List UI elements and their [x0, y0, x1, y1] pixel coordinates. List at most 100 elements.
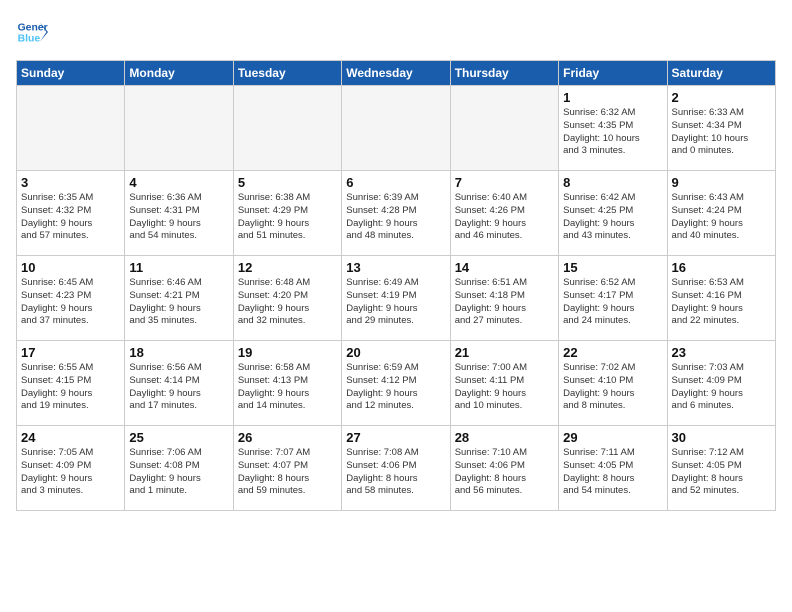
day-number: 29: [563, 430, 662, 445]
cell-info: Sunrise: 6:53 AM Sunset: 4:16 PM Dayligh…: [672, 277, 771, 328]
day-number: 6: [346, 175, 445, 190]
day-number: 1: [563, 90, 662, 105]
logo-icon: General Blue: [16, 16, 48, 48]
calendar-cell: 30 Sunrise: 7:12 AM Sunset: 4:05 PM Dayli…: [667, 426, 775, 511]
calendar-week-3: 10 Sunrise: 6:45 AM Sunset: 4:23 PM Dayli…: [17, 256, 776, 341]
calendar-cell: 25 Sunrise: 7:06 AM Sunset: 4:08 PM Dayli…: [125, 426, 233, 511]
cell-info: Sunrise: 7:12 AM Sunset: 4:05 PM Dayligh…: [672, 447, 771, 498]
svg-text:General: General: [18, 22, 48, 33]
calendar-cell: 16 Sunrise: 6:53 AM Sunset: 4:16 PM Dayli…: [667, 256, 775, 341]
calendar-cell: 26 Sunrise: 7:07 AM Sunset: 4:07 PM Dayli…: [233, 426, 341, 511]
day-number: 30: [672, 430, 771, 445]
day-number: 18: [129, 345, 228, 360]
cell-info: Sunrise: 7:11 AM Sunset: 4:05 PM Dayligh…: [563, 447, 662, 498]
calendar-cell: 29 Sunrise: 7:11 AM Sunset: 4:05 PM Dayli…: [559, 426, 667, 511]
weekday-header-sunday: Sunday: [17, 61, 125, 86]
calendar-cell: 1 Sunrise: 6:32 AM Sunset: 4:35 PM Daylig…: [559, 86, 667, 171]
page-header: General Blue: [16, 16, 776, 48]
day-number: 7: [455, 175, 554, 190]
cell-info: Sunrise: 6:33 AM Sunset: 4:34 PM Dayligh…: [672, 107, 771, 158]
calendar-cell: 9 Sunrise: 6:43 AM Sunset: 4:24 PM Daylig…: [667, 171, 775, 256]
calendar-cell: 10 Sunrise: 6:45 AM Sunset: 4:23 PM Dayli…: [17, 256, 125, 341]
calendar-week-5: 24 Sunrise: 7:05 AM Sunset: 4:09 PM Dayli…: [17, 426, 776, 511]
day-number: 23: [672, 345, 771, 360]
day-number: 17: [21, 345, 120, 360]
cell-info: Sunrise: 7:02 AM Sunset: 4:10 PM Dayligh…: [563, 362, 662, 413]
day-number: 27: [346, 430, 445, 445]
cell-info: Sunrise: 6:42 AM Sunset: 4:25 PM Dayligh…: [563, 192, 662, 243]
weekday-header-monday: Monday: [125, 61, 233, 86]
cell-info: Sunrise: 6:43 AM Sunset: 4:24 PM Dayligh…: [672, 192, 771, 243]
day-number: 9: [672, 175, 771, 190]
calendar-cell: 14 Sunrise: 6:51 AM Sunset: 4:18 PM Dayli…: [450, 256, 558, 341]
cell-info: Sunrise: 6:59 AM Sunset: 4:12 PM Dayligh…: [346, 362, 445, 413]
weekday-header-friday: Friday: [559, 61, 667, 86]
cell-info: Sunrise: 6:58 AM Sunset: 4:13 PM Dayligh…: [238, 362, 337, 413]
calendar-cell: [450, 86, 558, 171]
day-number: 14: [455, 260, 554, 275]
cell-info: Sunrise: 6:52 AM Sunset: 4:17 PM Dayligh…: [563, 277, 662, 328]
cell-info: Sunrise: 6:46 AM Sunset: 4:21 PM Dayligh…: [129, 277, 228, 328]
calendar-cell: 6 Sunrise: 6:39 AM Sunset: 4:28 PM Daylig…: [342, 171, 450, 256]
day-number: 26: [238, 430, 337, 445]
calendar-week-1: 1 Sunrise: 6:32 AM Sunset: 4:35 PM Daylig…: [17, 86, 776, 171]
day-number: 20: [346, 345, 445, 360]
calendar-cell: 27 Sunrise: 7:08 AM Sunset: 4:06 PM Dayli…: [342, 426, 450, 511]
calendar-cell: 7 Sunrise: 6:40 AM Sunset: 4:26 PM Daylig…: [450, 171, 558, 256]
cell-info: Sunrise: 6:45 AM Sunset: 4:23 PM Dayligh…: [21, 277, 120, 328]
cell-info: Sunrise: 7:05 AM Sunset: 4:09 PM Dayligh…: [21, 447, 120, 498]
calendar-cell: 20 Sunrise: 6:59 AM Sunset: 4:12 PM Dayli…: [342, 341, 450, 426]
cell-info: Sunrise: 6:35 AM Sunset: 4:32 PM Dayligh…: [21, 192, 120, 243]
day-number: 10: [21, 260, 120, 275]
calendar-cell: 8 Sunrise: 6:42 AM Sunset: 4:25 PM Daylig…: [559, 171, 667, 256]
cell-info: Sunrise: 6:40 AM Sunset: 4:26 PM Dayligh…: [455, 192, 554, 243]
calendar-cell: 22 Sunrise: 7:02 AM Sunset: 4:10 PM Dayli…: [559, 341, 667, 426]
cell-info: Sunrise: 6:32 AM Sunset: 4:35 PM Dayligh…: [563, 107, 662, 158]
calendar-cell: 5Sunrise: 6:38 AM Sunset: 4:29 PM Daylig…: [233, 171, 341, 256]
cell-info: Sunrise: 7:03 AM Sunset: 4:09 PM Dayligh…: [672, 362, 771, 413]
weekday-header-wednesday: Wednesday: [342, 61, 450, 86]
day-number: 2: [672, 90, 771, 105]
cell-info: Sunrise: 6:38 AM Sunset: 4:29 PM Dayligh…: [238, 192, 337, 243]
calendar-cell: 15 Sunrise: 6:52 AM Sunset: 4:17 PM Dayli…: [559, 256, 667, 341]
calendar-cell: 13Sunrise: 6:49 AM Sunset: 4:19 PM Dayli…: [342, 256, 450, 341]
calendar-cell: 21Sunrise: 7:00 AM Sunset: 4:11 PM Dayli…: [450, 341, 558, 426]
cell-info: Sunrise: 7:06 AM Sunset: 4:08 PM Dayligh…: [129, 447, 228, 498]
calendar-cell: 28 Sunrise: 7:10 AM Sunset: 4:06 PM Dayli…: [450, 426, 558, 511]
calendar-cell: [125, 86, 233, 171]
calendar-cell: [233, 86, 341, 171]
day-number: 25: [129, 430, 228, 445]
day-number: 21: [455, 345, 554, 360]
calendar-table: SundayMondayTuesdayWednesdayThursdayFrid…: [16, 60, 776, 511]
cell-info: Sunrise: 6:49 AM Sunset: 4:19 PM Dayligh…: [346, 277, 445, 328]
day-number: 15: [563, 260, 662, 275]
cell-info: Sunrise: 6:39 AM Sunset: 4:28 PM Dayligh…: [346, 192, 445, 243]
day-number: 3: [21, 175, 120, 190]
weekday-header-saturday: Saturday: [667, 61, 775, 86]
calendar-cell: 23 Sunrise: 7:03 AM Sunset: 4:09 PM Dayli…: [667, 341, 775, 426]
day-number: 12: [238, 260, 337, 275]
cell-info: Sunrise: 6:51 AM Sunset: 4:18 PM Dayligh…: [455, 277, 554, 328]
calendar-cell: 11Sunrise: 6:46 AM Sunset: 4:21 PM Dayli…: [125, 256, 233, 341]
day-number: 22: [563, 345, 662, 360]
calendar-cell: 2 Sunrise: 6:33 AM Sunset: 4:34 PM Daylig…: [667, 86, 775, 171]
weekday-header-thursday: Thursday: [450, 61, 558, 86]
day-number: 24: [21, 430, 120, 445]
calendar-cell: 17 Sunrise: 6:55 AM Sunset: 4:15 PM Dayli…: [17, 341, 125, 426]
cell-info: Sunrise: 7:08 AM Sunset: 4:06 PM Dayligh…: [346, 447, 445, 498]
cell-info: Sunrise: 7:07 AM Sunset: 4:07 PM Dayligh…: [238, 447, 337, 498]
weekday-header-tuesday: Tuesday: [233, 61, 341, 86]
day-number: 8: [563, 175, 662, 190]
svg-text:Blue: Blue: [18, 34, 41, 45]
calendar-week-2: 3 Sunrise: 6:35 AM Sunset: 4:32 PM Daylig…: [17, 171, 776, 256]
calendar-cell: 3 Sunrise: 6:35 AM Sunset: 4:32 PM Daylig…: [17, 171, 125, 256]
calendar-week-4: 17 Sunrise: 6:55 AM Sunset: 4:15 PM Dayli…: [17, 341, 776, 426]
day-number: 28: [455, 430, 554, 445]
day-number: 4: [129, 175, 228, 190]
logo: General Blue: [16, 16, 48, 48]
calendar-cell: 4Sunrise: 6:36 AM Sunset: 4:31 PM Daylig…: [125, 171, 233, 256]
cell-info: Sunrise: 7:10 AM Sunset: 4:06 PM Dayligh…: [455, 447, 554, 498]
calendar-cell: [342, 86, 450, 171]
cell-info: Sunrise: 6:55 AM Sunset: 4:15 PM Dayligh…: [21, 362, 120, 413]
day-number: 16: [672, 260, 771, 275]
